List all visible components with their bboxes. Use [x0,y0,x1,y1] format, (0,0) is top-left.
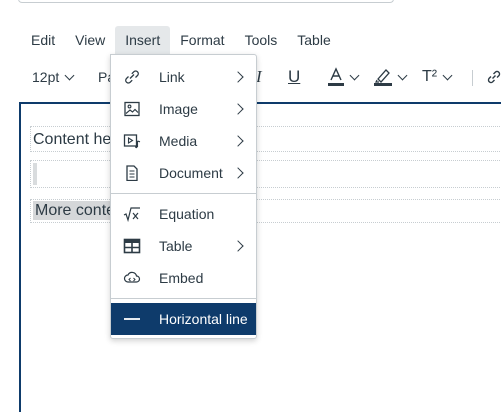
menu-table[interactable]: Table [287,26,340,54]
image-icon [124,101,140,117]
insert-horizontal-line-label: Horizontal line [159,311,248,327]
menu-edit[interactable]: Edit [21,26,65,54]
insert-table-item[interactable]: Table [111,230,256,262]
link-button[interactable] [486,60,501,94]
insert-image-item[interactable]: Image [111,93,256,125]
link-icon [125,70,139,84]
insert-table-label: Table [159,238,193,254]
highlight-color-button[interactable] [374,60,408,94]
font-size-select[interactable]: 12pt [32,60,75,94]
horizontal-line-icon [124,318,140,320]
insert-image-label: Image [159,101,198,117]
insert-menu-dropdown: Link Image Media Document Equation Table… [110,54,257,339]
insert-equation-label: Equation [159,206,215,222]
chevron-down-icon [397,70,408,80]
chevron-down-icon [442,70,453,80]
empty-paragraph[interactable] [30,160,501,188]
chevron-right-icon [232,103,244,115]
menu-divider [111,298,256,299]
selected-text: More conte [33,201,118,220]
chevron-right-icon [232,135,244,147]
embed-icon [123,271,141,283]
chevron-down-icon [64,70,75,80]
chevron-right-icon [232,71,244,83]
insert-link-label: Link [159,69,185,85]
menu-view[interactable]: View [65,26,115,54]
insert-embed-item[interactable]: Embed [111,262,256,294]
insert-media-item[interactable]: Media [111,125,256,157]
table-icon [123,238,141,254]
insert-document-item[interactable]: Document [111,157,256,189]
content-paragraph[interactable]: Content he [30,126,501,152]
menu-insert[interactable]: Insert [115,26,171,54]
top-text-input[interactable] [18,0,394,3]
editor-menubar: Edit View Insert Format Tools Table [21,26,341,54]
menu-tools[interactable]: Tools [235,26,288,54]
text-color-button[interactable] [328,60,360,94]
insert-media-label: Media [159,133,198,149]
font-size-value: 12pt [32,69,60,85]
chevron-right-icon [232,167,244,179]
chevron-right-icon [232,240,244,252]
editor-toolbar: 12pt Pa I U T² [22,60,501,94]
underline-icon: U [288,67,301,86]
link-icon [487,70,501,84]
menu-format[interactable]: Format [170,26,234,54]
chevron-down-icon [349,70,360,80]
toolbar-divider [472,70,473,86]
selected-paragraph[interactable]: More conte [30,199,501,223]
insert-horizontal-line-item[interactable]: Horizontal line [111,303,256,335]
underline-button[interactable]: U [288,60,300,94]
superscript-icon: T² [422,68,438,85]
document-icon [126,165,138,181]
media-icon [123,134,141,149]
equation-icon [123,207,140,222]
insert-embed-label: Embed [159,270,204,286]
text-color-icon [328,67,344,86]
cursor-marker [33,163,37,185]
insert-document-label: Document [159,165,223,181]
menu-divider [111,193,256,194]
insert-equation-item[interactable]: Equation [111,198,256,230]
highlighter-icon [374,69,392,86]
superscript-button[interactable]: T² [422,60,453,94]
insert-link-item[interactable]: Link [111,61,256,93]
